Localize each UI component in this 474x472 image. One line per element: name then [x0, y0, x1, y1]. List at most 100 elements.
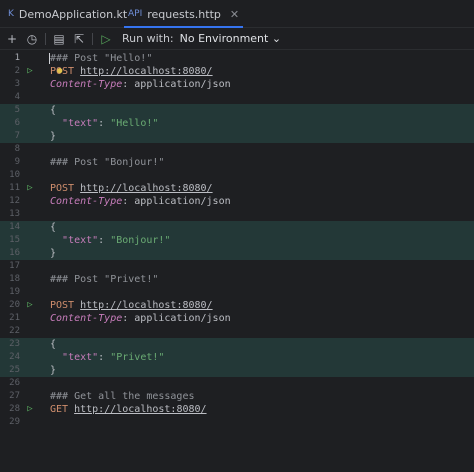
- convert-icon[interactable]: ⇱: [69, 32, 89, 46]
- line-number: 14: [9, 222, 20, 232]
- http-file-icon: API: [128, 9, 143, 19]
- code-token: }: [50, 365, 57, 376]
- code-line[interactable]: 17: [0, 260, 474, 273]
- code-line[interactable]: 5{: [0, 104, 474, 117]
- run-request-icon[interactable]: ▷: [24, 403, 36, 416]
- line-number: 21: [9, 313, 20, 323]
- close-icon[interactable]: ✕: [230, 8, 239, 21]
- code-token: "Privet!": [110, 352, 165, 363]
- line-number: 26: [9, 378, 20, 388]
- code-line[interactable]: 10: [0, 169, 474, 182]
- code-text: "text": "Hello!": [50, 117, 158, 130]
- code-text: Content-Type: application/json: [50, 312, 231, 325]
- code-line[interactable]: 24 "text": "Privet!": [0, 351, 474, 364]
- code-token: :: [98, 352, 111, 363]
- code-line[interactable]: 2 ▷ POST http://localhost:8080/●: [0, 65, 474, 78]
- code-line[interactable]: 22: [0, 325, 474, 338]
- code-token: Content-Type: [50, 313, 123, 324]
- code-text: {: [50, 338, 56, 351]
- code-token: {: [50, 339, 57, 350]
- code-token: }: [50, 248, 57, 259]
- code-token: : application/json: [122, 313, 231, 324]
- code-line[interactable]: 1 ### Post "Hello!": [0, 52, 474, 65]
- environment-selector[interactable]: No Environment ⌄: [180, 32, 281, 45]
- code-text: {: [50, 104, 56, 117]
- code-line[interactable]: 12 Content-Type: application/json: [0, 195, 474, 208]
- line-number: 29: [9, 417, 20, 427]
- chevron-down-icon: ⌄: [271, 32, 282, 45]
- code-line[interactable]: 11 ▷ POST http://localhost:8080/: [0, 182, 474, 195]
- history-icon[interactable]: ◷: [22, 32, 42, 46]
- code-line[interactable]: 29: [0, 416, 474, 429]
- code-line[interactable]: 16}: [0, 247, 474, 260]
- code-token: : application/json: [122, 79, 231, 90]
- code-line[interactable]: 15 "text": "Bonjour!": [0, 234, 474, 247]
- tab-demo-application[interactable]: K DemoApplication.kt: [8, 0, 127, 28]
- editor-tab-bar: K DemoApplication.kt API requests.http ✕: [0, 0, 474, 28]
- run-request-icon[interactable]: ▷: [24, 299, 36, 312]
- run-all-icon[interactable]: ▷: [96, 32, 116, 46]
- line-number: 22: [9, 326, 20, 336]
- code-line[interactable]: 28 ▷ GET http://localhost:8080/: [0, 403, 474, 416]
- tab-label: requests.http: [147, 7, 221, 21]
- line-number: 13: [9, 209, 20, 219]
- code-token: "Bonjour!": [110, 235, 171, 246]
- code-line[interactable]: 19: [0, 286, 474, 299]
- line-number: 4: [14, 92, 20, 102]
- code-token: GET: [50, 404, 69, 415]
- line-number: 8: [14, 144, 20, 154]
- tab-requests-http[interactable]: API requests.http ✕: [124, 0, 244, 28]
- code-token: POST: [50, 183, 75, 194]
- code-line[interactable]: 27 ### Get all the messages: [0, 390, 474, 403]
- code-token: : application/json: [122, 196, 231, 207]
- code-line[interactable]: 6 "text": "Hello!": [0, 117, 474, 130]
- line-number: 15: [9, 235, 20, 245]
- code-line[interactable]: 26: [0, 377, 474, 390]
- examples-icon[interactable]: ▤: [49, 32, 69, 46]
- code-text: }: [50, 247, 56, 260]
- line-number: 2: [14, 66, 20, 76]
- code-line[interactable]: 7}: [0, 130, 474, 143]
- line-number: 28: [9, 404, 20, 414]
- code-text: }: [50, 364, 56, 377]
- code-editor[interactable]: 1 ### Post "Hello!" 2 ▷ POST http://localhos…: [0, 50, 474, 472]
- environment-value: No Environment: [179, 32, 269, 45]
- intention-bulb-icon[interactable]: ●: [57, 65, 62, 78]
- run-request-icon[interactable]: ▷: [24, 65, 36, 78]
- line-number: 5: [14, 105, 20, 115]
- line-number: 6: [14, 118, 20, 128]
- line-number: 20: [9, 300, 20, 310]
- code-token: {: [50, 105, 57, 116]
- line-number: 1: [14, 53, 20, 63]
- code-line[interactable]: 18 ### Post "Privet!": [0, 273, 474, 286]
- code-line[interactable]: 13: [0, 208, 474, 221]
- code-line[interactable]: 21 Content-Type: application/json: [0, 312, 474, 325]
- line-number: 16: [9, 248, 20, 258]
- code-token: "text": [62, 235, 99, 246]
- line-number: 3: [14, 79, 20, 89]
- line-number: 19: [9, 287, 20, 297]
- toolbar-divider: [45, 32, 46, 45]
- code-line[interactable]: 4: [0, 91, 474, 104]
- code-line[interactable]: 9 ### Post "Bonjour!": [0, 156, 474, 169]
- code-token: :: [98, 235, 111, 246]
- code-token: }: [50, 131, 57, 142]
- run-request-icon[interactable]: ▷: [24, 182, 36, 195]
- code-line[interactable]: 3 Content-Type: application/json: [0, 78, 474, 91]
- code-line[interactable]: 14 {: [0, 221, 474, 234]
- add-request-icon[interactable]: +: [2, 32, 22, 46]
- line-number: 9: [14, 157, 20, 167]
- http-client-toolbar: + ◷ ▤ ⇱ ▷ Run with: No Environment ⌄: [0, 28, 474, 50]
- line-number: 24: [9, 352, 20, 362]
- code-line[interactable]: 20 ▷ POST http://localhost:8080/: [0, 299, 474, 312]
- code-line[interactable]: 23 {: [0, 338, 474, 351]
- code-text: GET http://localhost:8080/: [50, 403, 207, 416]
- code-text: "text": "Bonjour!": [50, 234, 170, 247]
- code-line[interactable]: 8: [0, 143, 474, 156]
- code-text: POST http://localhost:8080/: [50, 182, 213, 195]
- code-line[interactable]: 25}: [0, 364, 474, 377]
- code-token: http://localhost:8080/: [80, 66, 213, 77]
